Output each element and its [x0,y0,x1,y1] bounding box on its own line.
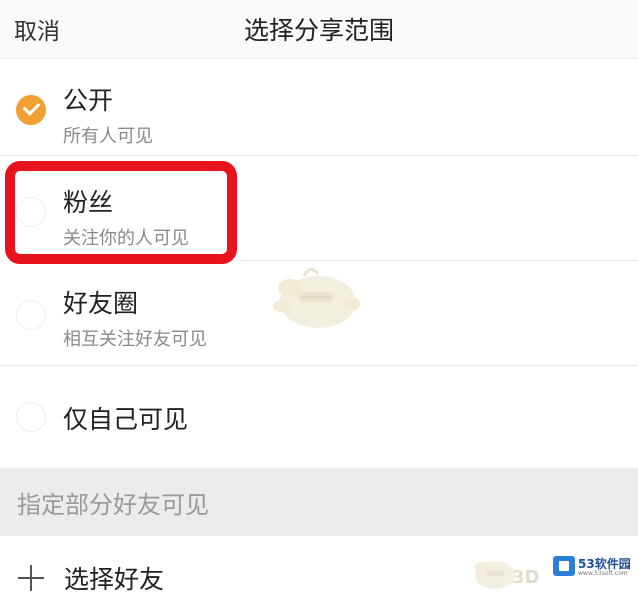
radio-checked-icon[interactable] [16,95,46,125]
section-title: 指定部分好友可见 [17,491,209,519]
option-description: 所有人可见 [63,126,153,147]
page-title: 选择分享范围 [243,16,394,45]
radio-unchecked-icon[interactable] [16,402,46,432]
logo-box-icon [553,556,575,576]
option-label: 仅自己可见 [63,405,189,434]
mascot-watermark-icon [273,268,360,328]
option-label: 好友圈 [63,289,139,318]
watermark-text: 3D [512,567,540,588]
logo-url: www.53soft.com [578,570,628,577]
option-public[interactable]: 公开 所有人可见 [0,59,638,154]
radio-unchecked-icon[interactable] [16,300,46,330]
section-header: 指定部分好友可见 [0,468,638,536]
top-bar: 取消 选择分享范围 [0,0,638,59]
checkmark-icon [22,98,41,116]
select-friends-button[interactable]: 选择好友 [0,536,638,595]
site-logo: 53软件园 www.53soft.com [553,553,633,579]
option-label: 公开 [63,86,114,115]
option-only-me[interactable]: 仅自己可见 [0,366,638,468]
select-friends-label: 选择好友 [64,565,165,594]
highlight-box [5,161,237,264]
option-description: 相互关注好友可见 [63,329,207,350]
plus-icon [18,565,44,591]
